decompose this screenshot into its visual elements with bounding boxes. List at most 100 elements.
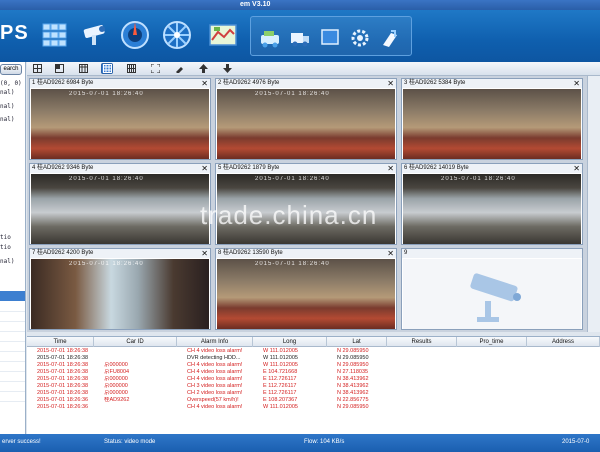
video-channel-3[interactable]: 3 桂AD9262 5384 Byte ✕ bbox=[401, 78, 583, 160]
mode-status: Status: video mode bbox=[104, 439, 156, 445]
column-header[interactable]: Long bbox=[253, 337, 327, 347]
column-header[interactable]: Time bbox=[27, 337, 94, 347]
screen-button[interactable] bbox=[319, 27, 341, 49]
move-down-button[interactable] bbox=[221, 63, 233, 74]
column-header[interactable]: Address bbox=[527, 337, 600, 347]
table-cell: E 108.207367 bbox=[263, 397, 298, 403]
table-row[interactable]: 2015-07-01 18:26:38 CH 4 video loss alarm… bbox=[27, 348, 600, 355]
layout-4-button[interactable] bbox=[101, 63, 113, 74]
table-row[interactable]: 2015-07-01 18:26:36 CH 4 video loss alarm… bbox=[27, 404, 600, 411]
layout-3-button[interactable] bbox=[77, 63, 89, 74]
tree-item[interactable]: tio bbox=[0, 244, 11, 251]
table-cell: 2015-07-01 18:26:38 bbox=[37, 355, 89, 361]
track-button[interactable] bbox=[160, 18, 194, 52]
table-row[interactable]: 2015-07-01 18:26:38 DVR detecting HDD... W… bbox=[27, 355, 600, 362]
table-cell: CH 4 video loss alarm! bbox=[187, 348, 243, 354]
table-row[interactable]: 2015-07-01 18:26:36 桂AD9262 Overspeed(57 k… bbox=[27, 397, 600, 404]
video-timestamp: 2015-07-01 18:26:40 bbox=[255, 91, 330, 97]
close-icon[interactable]: ✕ bbox=[201, 249, 208, 258]
close-icon[interactable]: ✕ bbox=[201, 79, 208, 88]
table-cell: 京000000 bbox=[104, 383, 128, 389]
close-icon[interactable]: ✕ bbox=[201, 164, 208, 173]
grid-view-button[interactable] bbox=[38, 18, 72, 52]
alarm-table-header: Time Car ID Alarm Info Long Lat Results Pro_ti… bbox=[27, 337, 600, 347]
layout-3x3-icon bbox=[126, 64, 136, 73]
tree-item[interactable]: nal) bbox=[0, 89, 14, 96]
channel-title: 6 桂AD9262 14019 Byte bbox=[402, 164, 582, 173]
video-feed: 2015-07-01 18:26:40 bbox=[217, 259, 395, 329]
channel-title: 1 桂AD9262 6984 Byte bbox=[30, 79, 210, 88]
table-row[interactable]: 2015-07-01 18:26:38 京FU8004 CH 4 video los… bbox=[27, 369, 600, 376]
video-channel-8[interactable]: 8 桂AD9262 13590 Byte ✕ 2015-07-01 18:26:40 bbox=[215, 248, 397, 330]
video-channel-7[interactable]: 7 桂AD9262 4200 Byte ✕ 2015-07-01 18:26:40 bbox=[29, 248, 211, 330]
table-cell: Overspeed(57 km/h)! bbox=[187, 397, 239, 403]
app-logo: PS bbox=[0, 22, 29, 44]
table-row[interactable]: 2015-07-01 18:26:38 京000000 CH 4 video los… bbox=[27, 376, 600, 383]
main-toolbar: PS bbox=[0, 10, 600, 62]
down-arrow-icon bbox=[222, 64, 232, 73]
playback-icon bbox=[121, 21, 149, 49]
table-cell: N 22.856775 bbox=[337, 397, 369, 403]
channel-title: 7 桂AD9262 4200 Byte bbox=[30, 249, 210, 258]
screen-icon bbox=[321, 29, 339, 45]
video-channel-9[interactable]: 9 bbox=[401, 248, 583, 330]
move-up-button[interactable] bbox=[197, 63, 209, 74]
table-cell: CH 4 video loss alarm! bbox=[187, 376, 243, 382]
video-timestamp: 2015-07-01 18:26:40 bbox=[441, 176, 516, 182]
tree-item[interactable]: nal) bbox=[0, 116, 14, 123]
video-channel-2[interactable]: 2 桂AD9262 4976 Byte ✕ 2015-07-01 18:26:40 bbox=[215, 78, 397, 160]
table-cell: 京000000 bbox=[104, 390, 128, 396]
layout-2x2-button[interactable] bbox=[53, 63, 65, 74]
selected-tree-row[interactable] bbox=[0, 291, 25, 301]
video-timestamp: 2015-07-01 18:26:40 bbox=[255, 261, 330, 267]
table-cell: W 111.012005 bbox=[263, 348, 298, 354]
grid-view-icon bbox=[42, 23, 67, 47]
fullscreen-icon bbox=[150, 64, 160, 73]
video-channel-6[interactable]: 6 桂AD9262 14019 Byte ✕ 2015-07-01 18:26:40 bbox=[401, 163, 583, 245]
video-channel-1[interactable]: 1 桂AD9262 6984 Byte ✕ 2015-07-01 18:26:40 bbox=[29, 78, 211, 160]
right-scroll-panel[interactable] bbox=[587, 76, 600, 332]
channel-title: 3 桂AD9262 5384 Byte bbox=[402, 79, 582, 88]
watermark: trade.china.cn bbox=[200, 200, 378, 230]
table-cell: W 111.012005 bbox=[263, 404, 298, 410]
close-icon[interactable]: ✕ bbox=[573, 79, 580, 88]
table-cell: E 112.726117 bbox=[263, 383, 297, 389]
video-channel-4[interactable]: 4 桂AD9262 9346 Byte ✕ 2015-07-01 18:26:40 bbox=[29, 163, 211, 245]
video-feed: 2015-07-01 18:26:40 bbox=[403, 174, 581, 244]
layout-1x1-button[interactable] bbox=[31, 63, 43, 74]
tree-item[interactable]: nal) bbox=[0, 103, 14, 110]
search-button[interactable]: earch bbox=[0, 64, 22, 75]
close-icon[interactable]: ✕ bbox=[387, 249, 394, 258]
column-header[interactable]: Lat bbox=[327, 337, 387, 347]
table-cell: N 29.085950 bbox=[337, 355, 369, 361]
layout-2x2-icon bbox=[54, 64, 64, 73]
column-header[interactable]: Results bbox=[387, 337, 457, 347]
table-cell: 2015-07-01 18:26:38 bbox=[37, 369, 89, 375]
vehicle-button[interactable] bbox=[259, 27, 281, 49]
close-icon[interactable]: ✕ bbox=[387, 79, 394, 88]
truck-button[interactable] bbox=[289, 27, 311, 49]
tree-item[interactable]: tio bbox=[0, 234, 11, 241]
table-cell: N 29.085950 bbox=[337, 348, 369, 354]
map-button[interactable] bbox=[206, 18, 240, 52]
tools-button[interactable] bbox=[379, 27, 401, 49]
tree-item[interactable]: (0, 0) bbox=[0, 80, 22, 87]
layout-3x3-button[interactable] bbox=[125, 63, 137, 74]
fullscreen-button[interactable] bbox=[149, 63, 161, 74]
table-row[interactable]: 2015-07-01 18:26:38 京000000 CH 2 video los… bbox=[27, 390, 600, 397]
table-row[interactable]: 2015-07-01 18:26:38 京000000 CH 4 video los… bbox=[27, 362, 600, 369]
camera-button[interactable] bbox=[78, 18, 112, 52]
column-header[interactable]: Pro_time bbox=[457, 337, 527, 347]
tree-item[interactable]: nal) bbox=[0, 258, 14, 265]
track-icon bbox=[163, 21, 191, 49]
close-icon[interactable]: ✕ bbox=[573, 164, 580, 173]
column-header[interactable]: Car ID bbox=[94, 337, 177, 347]
column-header[interactable]: Alarm Info bbox=[177, 337, 253, 347]
table-cell: E 112.726117 bbox=[263, 390, 297, 396]
settings-button[interactable] bbox=[349, 27, 371, 49]
snapshot-button[interactable] bbox=[173, 63, 185, 74]
date-status: 2015-07-0 bbox=[562, 439, 590, 445]
close-icon[interactable]: ✕ bbox=[387, 164, 394, 173]
table-row[interactable]: 2015-07-01 18:26:38 京000000 CH 3 video los… bbox=[27, 383, 600, 390]
playback-button[interactable] bbox=[118, 18, 152, 52]
